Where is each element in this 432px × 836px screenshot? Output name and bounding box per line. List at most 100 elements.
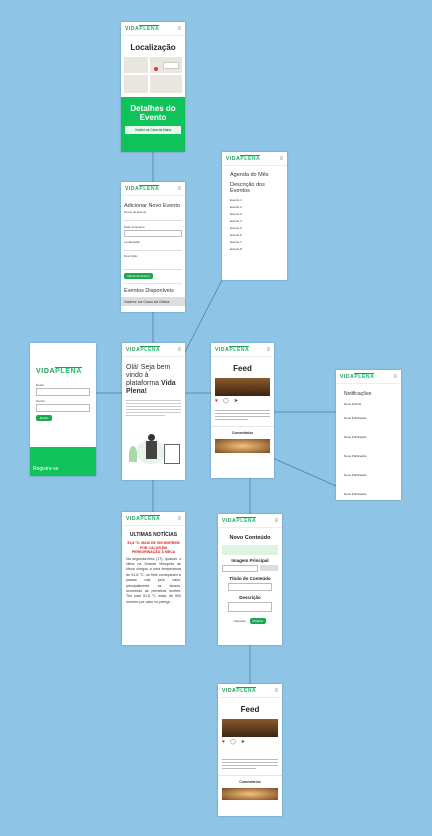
form-actions: Cancelar Publicar (218, 618, 282, 624)
list-item[interactable]: Evento 4 (230, 218, 279, 225)
heart-icon[interactable]: ♥ (222, 739, 225, 745)
email-field[interactable] (36, 388, 90, 396)
brand-logo[interactable]: VIDAPLENA (126, 345, 161, 353)
comment-icon[interactable]: ◯ (230, 739, 236, 745)
menu-icon[interactable]: ≡ (266, 347, 270, 353)
screen-home: VIDAPLENA ≡ Olá! Seja bem vindo à plataf… (122, 343, 185, 480)
share-icon[interactable]: ➤ (234, 398, 238, 404)
post-actions: ♥ ◯ ➤ (215, 398, 270, 404)
header: VIDAPLENA ≡ (336, 370, 401, 384)
brand-logo[interactable]: VIDAPLENA (215, 345, 250, 353)
brand-logo: VIDAPLENA (36, 367, 82, 375)
event-date-label: Data do Evento (124, 225, 145, 229)
password-field[interactable] (36, 404, 90, 412)
screen-novo-conteudo: VIDAPLENA ≡ Novo Conteúdo Imagem Princip… (218, 514, 282, 645)
register-link[interactable]: Registre-se (33, 466, 59, 472)
event-date-input[interactable] (124, 230, 182, 237)
list-item[interactable]: Evento 7 (230, 239, 279, 246)
list-item[interactable]: Xadrez na Casa da Maria (121, 297, 185, 306)
agenda-subtitle: Descrição dos Eventos (230, 182, 265, 194)
screen-feed: VIDAPLENA ≡ Feed ♥ ◯ ➤ Comentários (211, 343, 274, 478)
post-image[interactable] (222, 719, 278, 737)
event-location-label: Localização (124, 240, 140, 244)
page-title: ULTIMAS NOTÍCIAS (129, 532, 178, 538)
comments-heading[interactable]: Comentários (218, 780, 282, 784)
event-name-input[interactable] (124, 215, 182, 221)
screen-agenda: VIDAPLENA ≡ Agenda do Mês Descrição dos … (222, 152, 287, 280)
event-location-input[interactable] (124, 245, 182, 251)
brand-logo[interactable]: VIDAPLENA (226, 154, 261, 162)
notification-item[interactable]: Nova Publicação (344, 454, 393, 458)
map[interactable] (124, 57, 182, 93)
list-item[interactable]: Evento 1 (230, 197, 279, 204)
available-events-title: Eventos Disponíveis (124, 288, 174, 294)
brand-logo[interactable]: VIDAPLENA (340, 372, 375, 380)
header: VIDAPLENA ≡ (222, 152, 287, 166)
list-item[interactable]: Evento 8 (230, 246, 279, 253)
content-title-label: Título do Conteúdo (229, 576, 271, 581)
info-banner (222, 545, 278, 555)
brand-logo[interactable]: VIDAPLENA (126, 514, 161, 522)
cancel-button[interactable]: Cancelar (234, 619, 246, 623)
page-title: Adicionar Novo Evento (124, 203, 180, 209)
menu-icon[interactable]: ≡ (177, 347, 181, 353)
menu-icon[interactable]: ≡ (177, 186, 181, 192)
login-button[interactable]: Entrar (36, 415, 53, 421)
menu-icon[interactable]: ≡ (274, 688, 278, 694)
list-item[interactable]: Evento 3 (230, 211, 279, 218)
image-upload[interactable] (222, 565, 278, 572)
page-title: Novo Conteúdo (229, 535, 271, 541)
brand-logo[interactable]: VIDAPLENA (125, 184, 160, 192)
comments-heading[interactable]: Comentários (211, 431, 274, 435)
menu-icon[interactable]: ≡ (274, 518, 278, 524)
event-description-label: Descrição (124, 254, 138, 258)
reading-illustration (126, 426, 181, 466)
list-item[interactable]: Evento 5 (230, 225, 279, 232)
share-icon[interactable]: ➤ (241, 739, 245, 745)
screen-noticias: VIDAPLENA ≡ ULTIMAS NOTÍCIAS 51,6 °C: MA… (122, 512, 185, 645)
event-details-title: Detalhes do Evento (130, 104, 176, 122)
event-description-input[interactable] (124, 259, 182, 270)
menu-icon[interactable]: ≡ (393, 374, 397, 380)
publish-button[interactable]: Publicar (249, 618, 267, 624)
news-headline[interactable]: 51,6 °C: MAIS DE 900 MORREM POR CALOR EM… (126, 541, 181, 555)
post-image[interactable] (215, 378, 270, 396)
header: VIDAPLENA ≡ (121, 182, 185, 196)
description-input[interactable] (228, 602, 272, 612)
post-image[interactable] (222, 788, 278, 800)
menu-icon[interactable]: ≡ (279, 156, 283, 162)
brand-logo[interactable]: VIDAPLENA (222, 516, 257, 524)
post-caption (222, 759, 278, 769)
notification-item[interactable]: Nova Publicação (344, 435, 393, 439)
header: VIDAPLENA ≡ (211, 343, 274, 357)
post-caption (215, 410, 270, 420)
add-event-button[interactable]: Adicionar Evento (124, 273, 153, 279)
page-title: Localização (130, 43, 176, 52)
header: VIDAPLENA ≡ (218, 514, 282, 528)
page-title: Notificações (344, 391, 372, 397)
news-body: Na segunda-feira (17), quando o clima na… (126, 556, 181, 604)
list-item[interactable]: Evento 2 (230, 204, 279, 211)
content-title-input[interactable] (228, 583, 272, 591)
notification-item[interactable]: Nova Notícia (344, 402, 393, 406)
header: VIDAPLENA ≡ (218, 684, 282, 698)
header: VIDAPLENA ≡ (122, 343, 185, 357)
map-pin-icon (154, 67, 158, 71)
notification-item[interactable]: Nova Publicação (344, 473, 393, 477)
page-title: Feed (240, 705, 260, 714)
event-name-button[interactable]: Xadrez na Casa da Maria (125, 126, 181, 134)
menu-icon[interactable]: ≡ (177, 516, 181, 522)
notification-item[interactable]: Nova Publicação (344, 492, 393, 496)
brand-logo[interactable]: VIDAPLENA (222, 686, 257, 694)
list-item[interactable]: Evento 6 (230, 232, 279, 239)
heart-icon[interactable]: ♥ (215, 398, 218, 404)
brand-logo[interactable]: VIDAPLENA (125, 24, 160, 32)
agenda-list: Evento 1 Evento 2 Evento 3 Evento 4 Even… (230, 197, 279, 253)
screen-login: VIDAPLENA Email Senha Entrar Registre-se (30, 343, 96, 476)
post-image[interactable] (215, 439, 270, 453)
welcome-heading: Olá! Seja bem vindo à plataforma Vida Pl… (126, 364, 176, 395)
comment-icon[interactable]: ◯ (223, 398, 229, 404)
notification-item[interactable]: Nova Publicação (344, 416, 393, 420)
description-label: Descrição (239, 595, 261, 600)
menu-icon[interactable]: ≡ (177, 26, 181, 32)
